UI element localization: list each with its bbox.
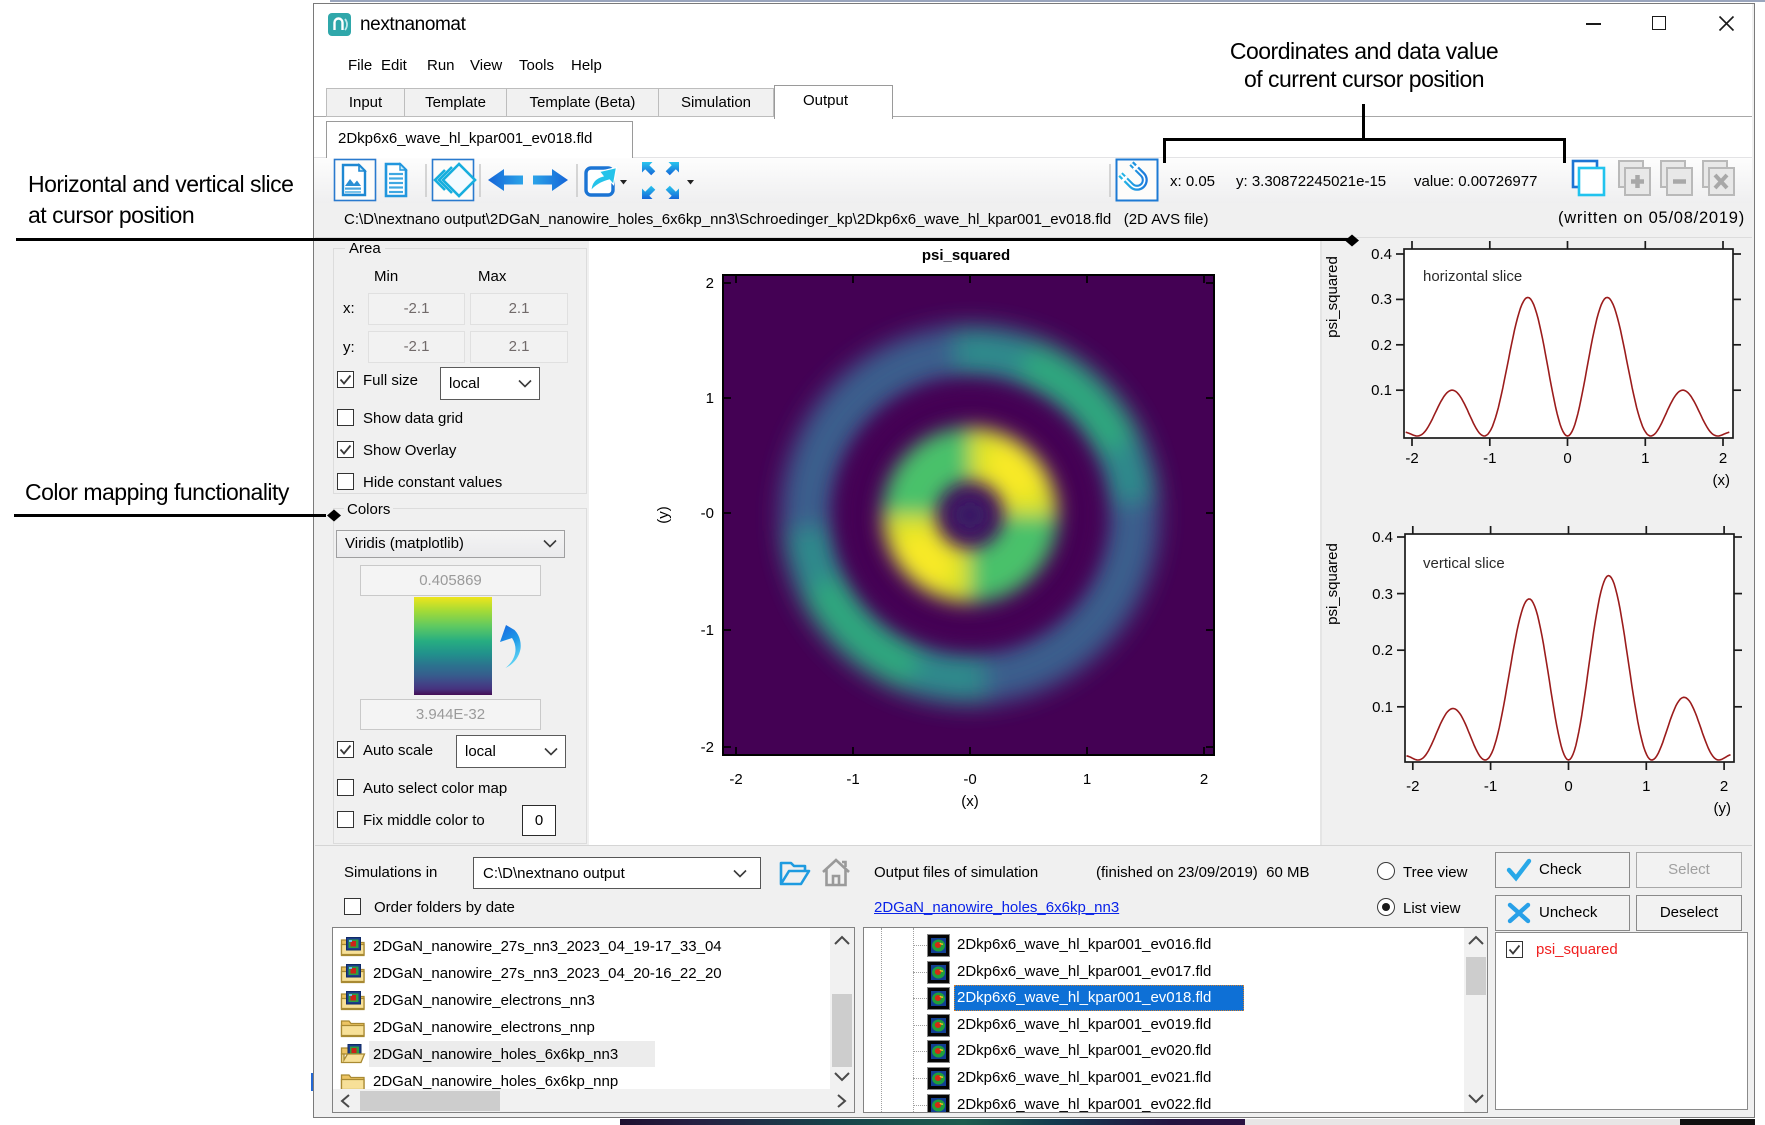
svg-text:2: 2 (1719, 450, 1727, 467)
svg-text:1: 1 (1083, 771, 1091, 788)
svg-text:0: 0 (1564, 778, 1572, 795)
svg-text:-2: -2 (1405, 450, 1418, 467)
svg-text:0.3: 0.3 (1371, 291, 1392, 308)
svg-text:0.3: 0.3 (1372, 586, 1393, 603)
svg-text:0.1: 0.1 (1372, 699, 1393, 716)
svg-text:1: 1 (1641, 450, 1649, 467)
svg-text:2: 2 (1200, 771, 1208, 788)
svg-text:-0: -0 (963, 771, 976, 788)
svg-text:horizontal slice: horizontal slice (1423, 268, 1522, 285)
svg-text:(y): (y) (1714, 800, 1732, 817)
svg-text:-2: -2 (729, 771, 742, 788)
svg-text:1: 1 (1642, 778, 1650, 795)
svg-text:-2: -2 (1406, 778, 1419, 795)
svg-text:vertical slice: vertical slice (1423, 555, 1505, 572)
svg-text:-1: -1 (701, 622, 714, 639)
svg-text:-2: -2 (701, 739, 714, 756)
svg-text:0.4: 0.4 (1371, 246, 1392, 263)
svg-text:1: 1 (706, 390, 714, 407)
svg-text:-1: -1 (1483, 450, 1496, 467)
svg-text:2: 2 (706, 275, 714, 292)
svg-text:psi_squared: psi_squared (1324, 256, 1341, 338)
svg-text:psi_squared: psi_squared (1324, 543, 1341, 625)
svg-text:(y): (y) (655, 506, 672, 524)
svg-text:0.2: 0.2 (1371, 337, 1392, 354)
svg-text:0: 0 (1563, 450, 1571, 467)
svg-text:2: 2 (1720, 778, 1728, 795)
svg-text:-1: -1 (1484, 778, 1497, 795)
svg-text:(x): (x) (1713, 472, 1731, 489)
svg-text:0.2: 0.2 (1372, 642, 1393, 659)
svg-text:0.1: 0.1 (1371, 382, 1392, 399)
svg-text:0.4: 0.4 (1372, 529, 1393, 546)
svg-text:(x): (x) (961, 793, 979, 810)
svg-text:-1: -1 (846, 771, 859, 788)
svg-text:-0: -0 (701, 505, 714, 522)
